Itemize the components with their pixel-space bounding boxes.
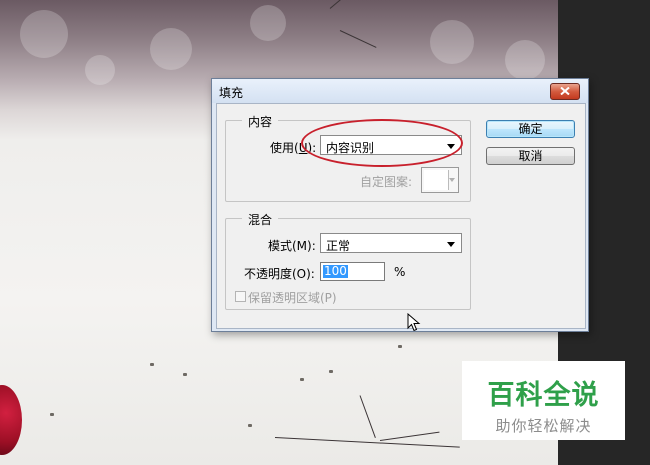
use-select[interactable]: 内容识别 xyxy=(320,135,462,155)
watermark-subtitle: 助你轻松解决 xyxy=(495,417,592,435)
mode-select-value: 正常 xyxy=(326,239,351,253)
dialog-body: 内容 使用(U): 内容识别 自定图案: 混合 模式(M): 正常 不透明度(O… xyxy=(216,103,586,329)
preserve-transparency-label: 保留透明区域(P) xyxy=(248,291,337,305)
watermark: 百科全说 助你轻松解决 xyxy=(462,361,625,440)
cancel-button[interactable]: 取消 xyxy=(486,147,575,165)
mode-label: 模式(M): xyxy=(268,239,316,253)
opacity-label: 不透明度(O): xyxy=(244,267,315,281)
dialog-titlebar[interactable]: 填充 xyxy=(212,79,588,103)
opacity-input[interactable]: 100 xyxy=(320,262,385,281)
fill-dialog: 填充 内容 使用(U): 内容识别 自定图案: 混合 模式(M): 正常 不透明… xyxy=(211,78,589,332)
close-button[interactable] xyxy=(550,83,580,100)
pattern-picker xyxy=(421,167,459,193)
pattern-swatch xyxy=(424,170,449,190)
blend-group-legend: 混合 xyxy=(242,211,279,228)
mouse-cursor-icon xyxy=(407,313,421,332)
use-label: 使用(U): xyxy=(270,141,317,155)
watermark-title: 百科全说 xyxy=(487,380,600,411)
close-icon xyxy=(560,87,570,95)
dialog-title: 填充 xyxy=(219,86,244,100)
opacity-value: 100 xyxy=(323,264,348,278)
mode-select[interactable]: 正常 xyxy=(320,233,462,253)
custom-pattern-label: 自定图案: xyxy=(360,175,413,189)
dropdown-arrow-icon xyxy=(447,144,455,149)
preserve-transparency-checkbox[interactable] xyxy=(235,291,246,302)
use-select-value: 内容识别 xyxy=(326,141,375,155)
pattern-arrow-icon xyxy=(449,178,455,182)
red-flower xyxy=(0,385,22,455)
content-group-legend: 内容 xyxy=(242,113,279,130)
opacity-unit: % xyxy=(394,265,406,279)
ok-button[interactable]: 确定 xyxy=(486,120,575,138)
dropdown-arrow-icon xyxy=(447,242,455,247)
